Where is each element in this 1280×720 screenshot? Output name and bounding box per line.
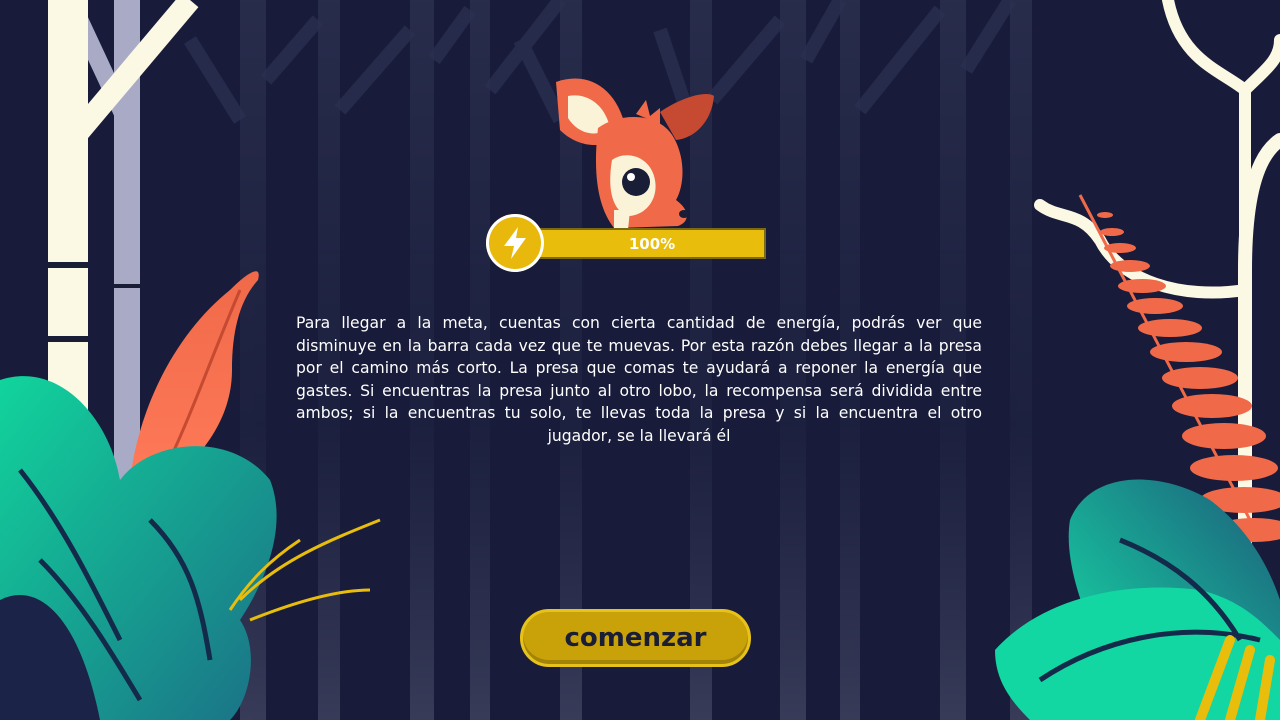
energy-badge [486, 214, 544, 272]
teal-foliage-right [995, 479, 1280, 720]
start-button[interactable]: comenzar [520, 609, 751, 667]
energy-percent-label: 100% [628, 234, 676, 253]
energy-bar: 100% [538, 228, 766, 259]
game-screen: 100% Para llegar a la meta, cuentas con … [0, 0, 1280, 720]
lightning-bolt-icon [504, 227, 526, 259]
instructions-text: Para llegar a la meta, cuentas con ciert… [296, 314, 982, 445]
